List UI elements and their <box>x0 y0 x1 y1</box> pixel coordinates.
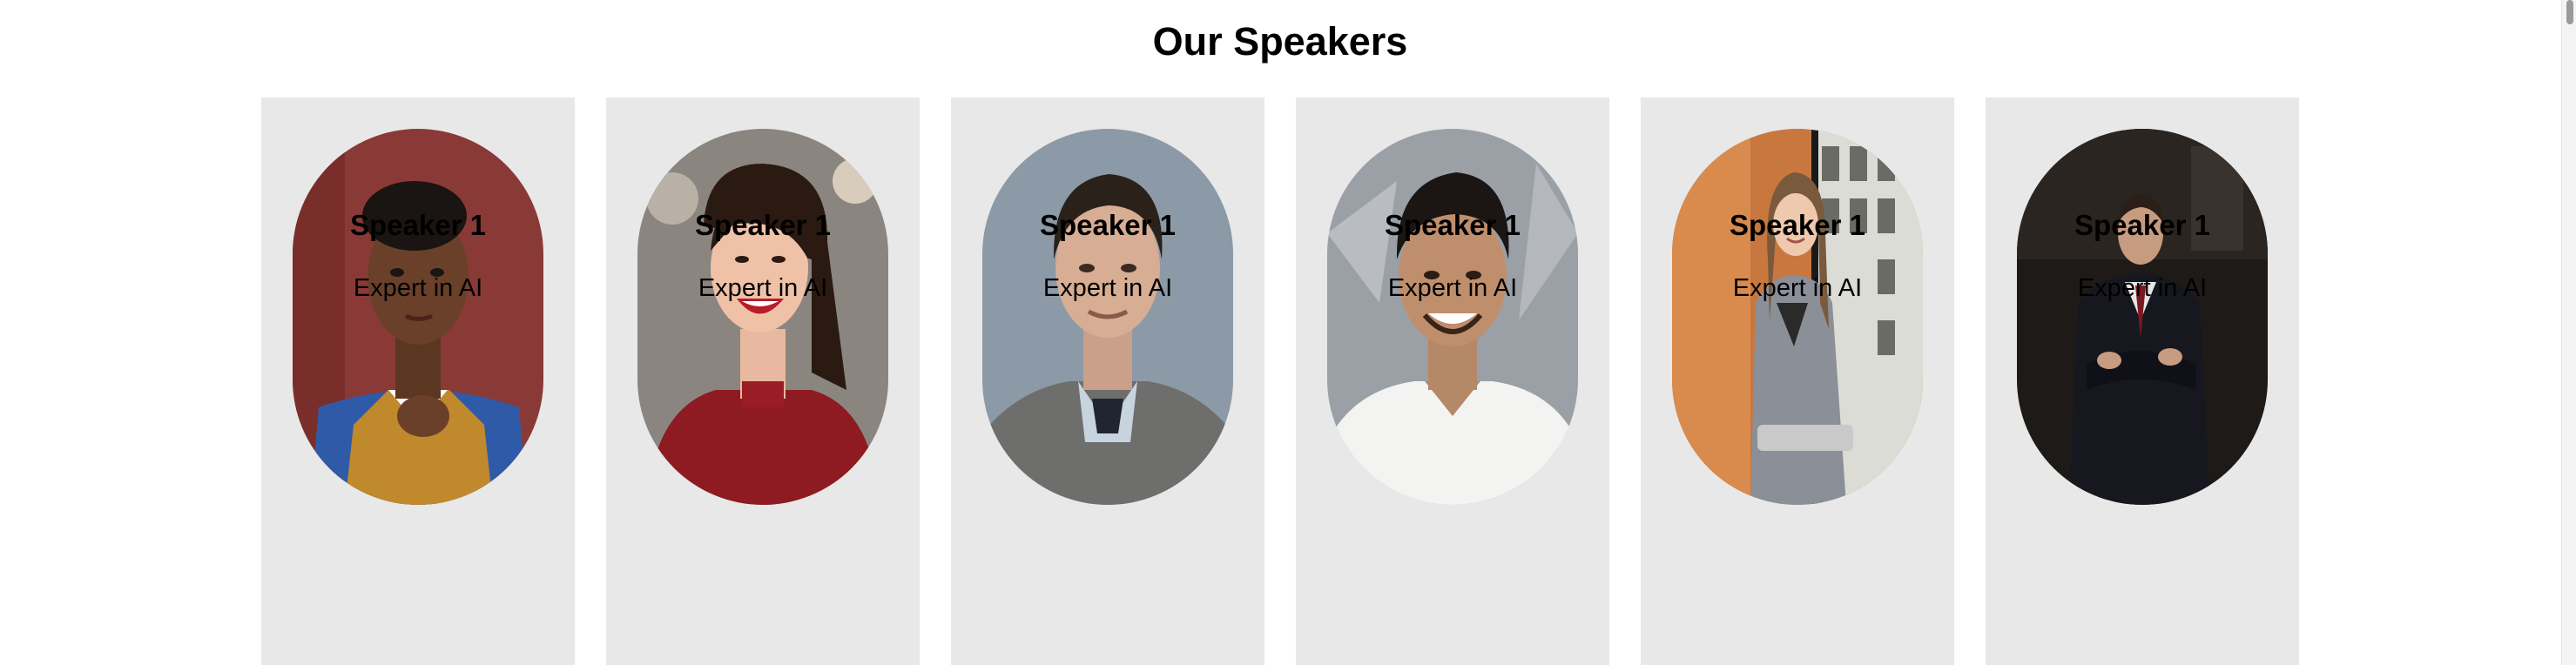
speaker-card[interactable]: Speaker 1 Expert in AI <box>1296 97 1609 665</box>
speaker-role: Expert in AI <box>1387 274 1518 302</box>
speaker-role: Expert in AI <box>1042 274 1173 302</box>
speaker-name: Speaker 1 <box>350 209 486 241</box>
speaker-photo <box>2017 129 2268 505</box>
speaker-photo <box>982 129 1233 505</box>
speaker-photo <box>1327 129 1578 505</box>
speaker-name: Speaker 1 <box>1730 209 1865 241</box>
section-title: Our Speakers <box>1152 19 1408 64</box>
speaker-name: Speaker 1 <box>695 209 831 241</box>
portrait-image <box>637 129 888 505</box>
speaker-name: Speaker 1 <box>1385 209 1521 241</box>
speaker-role: Expert in AI <box>1732 274 1863 302</box>
portrait-image <box>2017 129 2268 505</box>
speaker-photo <box>293 129 543 505</box>
speaker-card[interactable]: Speaker 1 Expert in AI <box>606 97 920 665</box>
portrait-image <box>1672 129 1923 505</box>
speaker-photo <box>1672 129 1923 505</box>
scrollbar-thumb[interactable] <box>2566 0 2573 24</box>
portrait-image <box>1327 129 1578 505</box>
speaker-card[interactable]: Speaker 1 Expert in AI <box>1641 97 1954 665</box>
speaker-role: Expert in AI <box>353 274 483 302</box>
portrait-image <box>982 129 1233 505</box>
speaker-card[interactable]: Speaker 1 Expert in AI <box>951 97 1264 665</box>
speaker-name: Speaker 1 <box>1040 209 1176 241</box>
speakers-page: Our Speakers Speaker 1 Expert in AI Spea… <box>0 0 2576 665</box>
vertical-scrollbar[interactable] <box>2561 0 2576 665</box>
speaker-card[interactable]: Speaker 1 Expert in AI <box>1986 97 2299 665</box>
speaker-card[interactable]: Speaker 1 Expert in AI <box>261 97 575 665</box>
portrait-image <box>293 129 543 505</box>
speaker-name: Speaker 1 <box>2074 209 2210 241</box>
speaker-role: Expert in AI <box>2077 274 2208 302</box>
speaker-photo <box>637 129 888 505</box>
speaker-cards: Speaker 1 Expert in AI Speaker 1 Expert … <box>261 97 2299 665</box>
speaker-role: Expert in AI <box>698 274 828 302</box>
